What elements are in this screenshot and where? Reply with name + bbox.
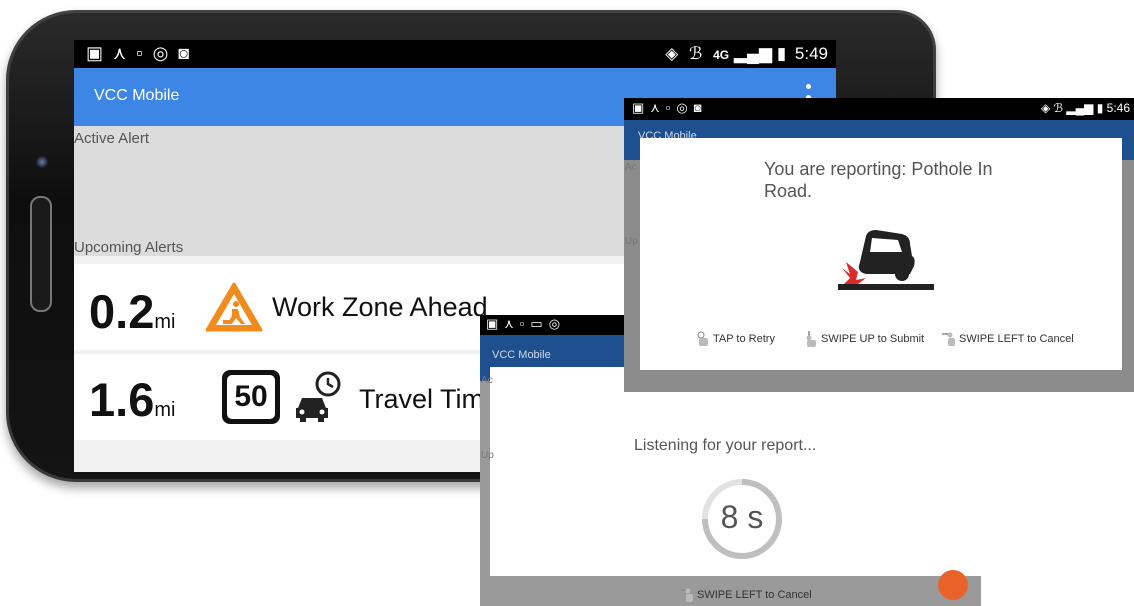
- pothole-icon: [836, 222, 936, 298]
- partial-label-1: Ac: [481, 375, 493, 386]
- partial-label-2: Up: [625, 236, 638, 247]
- report-screen: ▣⋏▫◎◙ ◈ ℬ ▂▄▆ ▮ 5:46 VCC Mobile Ac Up Yo…: [624, 98, 1134, 392]
- signal-icon: ▂▄▆: [1066, 101, 1094, 115]
- network-label: 4G: [713, 48, 730, 62]
- swipe-left-cancel-hint[interactable]: SWIPE LEFT to Cancel: [680, 587, 812, 603]
- status-bar: ▣⋏▫◎◙ ◈ ℬ ▂▄▆ ▮ 5:46: [624, 98, 1134, 120]
- bluetooth-icon: ℬ: [689, 44, 703, 63]
- app-title: VCC Mobile: [94, 87, 180, 104]
- alert-unit: mi: [154, 311, 176, 333]
- cancel-hint-label: SWIPE LEFT to Cancel: [697, 588, 812, 601]
- retry-label: TAP to Retry: [713, 332, 775, 345]
- alert-unit: mi: [154, 399, 176, 421]
- alert-text: Travel Tim: [359, 384, 485, 414]
- swipe-left-hand-icon: [680, 587, 694, 603]
- home-button[interactable]: [30, 196, 52, 312]
- clock: 5:49: [794, 44, 828, 63]
- listening-dialog: Listening for your report... 8 s SWIPE L…: [490, 367, 981, 602]
- alert-distance: 1.6mi: [89, 373, 176, 426]
- notification-icons: ▣⋏▫◎◙: [86, 43, 200, 63]
- swipe-up-submit-hint[interactable]: SWIPE UP to Submit: [804, 331, 924, 347]
- tap-hand-icon: [696, 331, 710, 347]
- notification-icons: ▣⋏▫◎◙: [632, 100, 708, 115]
- alert-distance: 0.2mi: [89, 285, 176, 338]
- fab-button[interactable]: [938, 570, 968, 600]
- battery-icon: ▮: [776, 44, 787, 63]
- alert-text: Work Zone Ahead: [272, 292, 488, 322]
- active-alert-label: Active Alert: [74, 130, 150, 147]
- submit-label: SWIPE UP to Submit: [821, 332, 925, 345]
- upcoming-alerts-label: Upcoming Alerts: [74, 239, 184, 256]
- bluetooth-icon: ℬ: [1053, 101, 1064, 115]
- notification-icons: ▣⋏▫▭◎: [486, 316, 567, 331]
- signal-icon: ▂▄▆: [733, 44, 773, 63]
- listening-message: Listening for your report...: [634, 437, 817, 454]
- status-bar: ▣⋏▫◎◙ ◈ ℬ 4G ▂▄▆ ▮ 5:49: [74, 40, 836, 68]
- swipe-up-hand-icon: [804, 331, 818, 347]
- battery-icon: ▮: [1096, 101, 1104, 115]
- work-zone-icon: [205, 282, 263, 332]
- location-icon: ◈: [665, 44, 679, 63]
- tap-retry-hint[interactable]: TAP to Retry: [696, 331, 775, 347]
- clock: 5:46: [1106, 101, 1130, 115]
- cancel-label: SWIPE LEFT to Cancel: [959, 332, 1074, 345]
- speed-limit-sign-icon: 50: [222, 370, 280, 424]
- partial-label-2: Up: [481, 450, 494, 461]
- speed-limit-value: 50: [227, 375, 275, 419]
- location-icon: ◈: [1041, 101, 1051, 115]
- swipe-left-hand-icon: [942, 331, 956, 347]
- report-message: You are reporting: Pothole In Road.: [764, 159, 993, 201]
- countdown-value: 8 s: [720, 499, 764, 535]
- partial-label-1: Ac: [625, 162, 637, 173]
- countdown-timer: 8 s: [700, 477, 784, 561]
- front-camera: [36, 156, 48, 168]
- swipe-left-cancel-hint[interactable]: SWIPE LEFT to Cancel: [942, 331, 1074, 347]
- status-right: ◈ ℬ ▂▄▆ ▮ 5:46: [1041, 101, 1130, 115]
- report-dialog: You are reporting: Pothole In Road. TAP …: [640, 138, 1122, 370]
- travel-time-icon: [292, 370, 344, 424]
- app-title: VCC Mobile: [492, 349, 551, 361]
- status-right: ◈ ℬ 4G ▂▄▆ ▮ 5:49: [665, 44, 828, 64]
